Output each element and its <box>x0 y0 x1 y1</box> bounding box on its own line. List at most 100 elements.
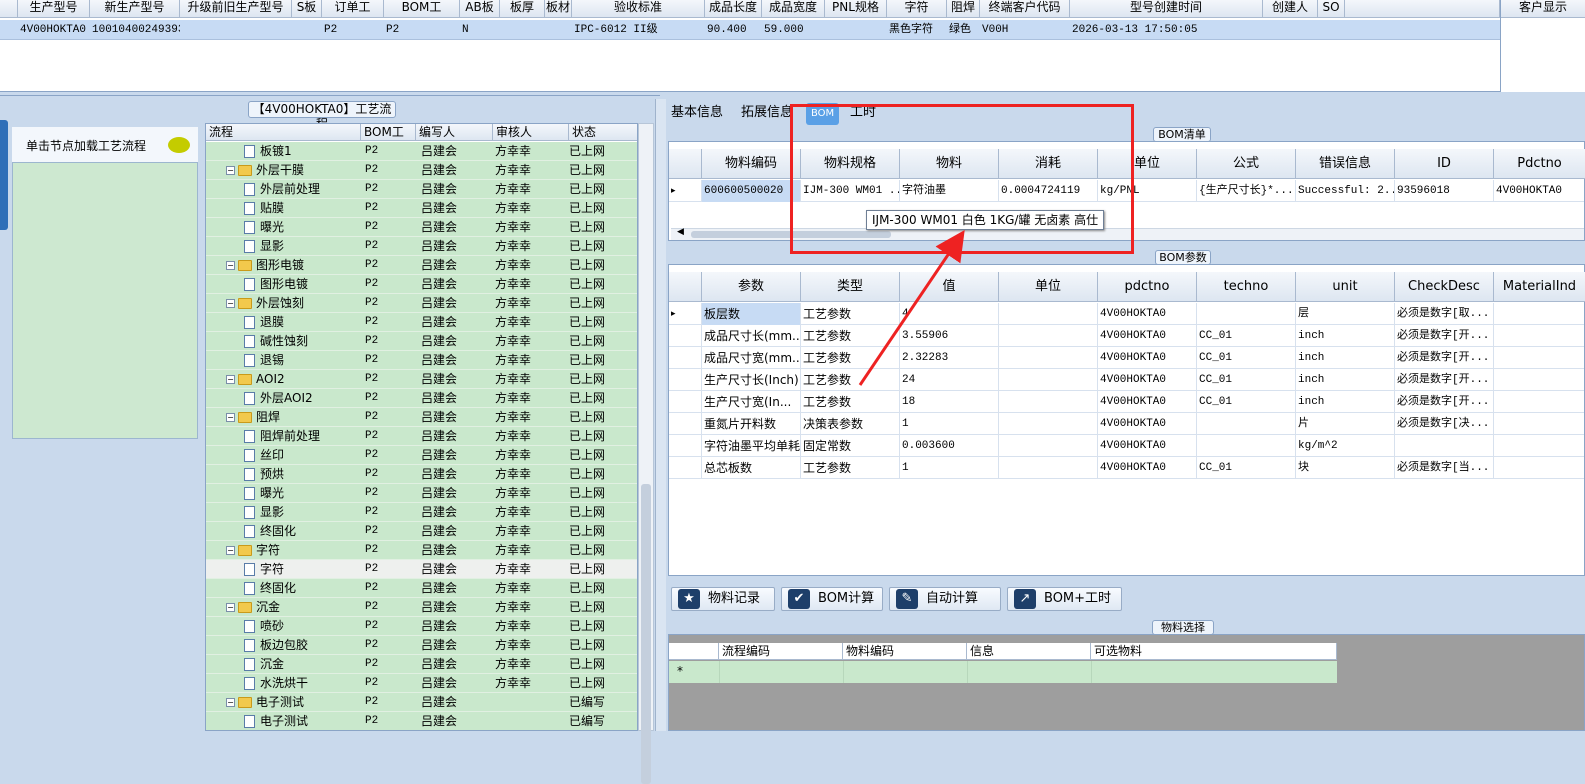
bom-header-0[interactable]: 物料编码 <box>702 149 801 179</box>
bom-plus-hours-button[interactable]: ↗ BOM+工时 <box>1007 587 1122 611</box>
params-cell-7[interactable]: 必须是数字[取... <box>1395 303 1494 325</box>
params-cell-1[interactable]: 工艺参数 <box>801 457 900 479</box>
params-cell-4[interactable]: 4V00HOKTA0 <box>1098 435 1197 457</box>
top-header-14[interactable]: 阻焊 <box>947 0 980 18</box>
params-header-3[interactable]: 单位 <box>999 272 1098 302</box>
params-cell-4[interactable]: 4V00HOKTA0 <box>1098 457 1197 479</box>
tree-header-2[interactable]: 编写人 <box>416 124 493 141</box>
collapse-icon[interactable]: − <box>226 166 235 175</box>
params-header-0[interactable]: 参数 <box>702 272 801 302</box>
bom-header-7[interactable]: ID <box>1395 149 1494 179</box>
tree-row[interactable]: − AOI2 P2 吕建会 方幸幸 已上网 <box>206 370 637 389</box>
tree-header-0[interactable]: 流程 <box>206 124 361 141</box>
top-cell-11[interactable]: 59.000 <box>764 21 825 39</box>
params-cell-4[interactable]: 4V00HOKTA0 <box>1098 369 1197 391</box>
params-cell-2[interactable]: 1 <box>900 413 999 435</box>
collapse-icon[interactable]: − <box>226 546 235 555</box>
params-cell-2[interactable]: 0.003600 <box>900 435 999 457</box>
tree-row[interactable]: 板镀1 P2 吕建会 方幸幸 已上网 <box>206 142 637 161</box>
top-header-11[interactable]: 成品宽度 <box>762 0 825 18</box>
collapse-icon[interactable]: − <box>226 261 235 270</box>
bom-cell-6[interactable]: Successful: 2... <box>1296 180 1395 202</box>
params-cell-0[interactable]: 成品尺寸宽(mm... <box>702 347 801 369</box>
tree-scrollbar[interactable] <box>638 123 654 784</box>
top-header-12[interactable]: PNL规格 <box>825 0 887 18</box>
top-header-3[interactable]: S板 <box>292 0 322 18</box>
params-cell-5[interactable] <box>1197 435 1296 457</box>
tree-header-1[interactable]: BOM工厂 <box>361 124 416 155</box>
tree-row[interactable]: 字符 P2 吕建会 方幸幸 已上网 <box>206 560 637 579</box>
tree-row[interactable]: − 沉金 P2 吕建会 方幸幸 已上网 <box>206 598 637 617</box>
side-dock-tab[interactable] <box>0 120 8 230</box>
auto-calc-button[interactable]: ✎ 自动计算 <box>889 587 1001 611</box>
params-cell-5[interactable]: CC_01 <box>1197 325 1296 347</box>
collapse-icon[interactable]: − <box>226 698 235 707</box>
params-header-8[interactable]: MaterialInd <box>1494 272 1585 302</box>
params-cell-1[interactable]: 决策表参数 <box>801 413 900 435</box>
bom-calc-button[interactable]: ✔ BOM计算 <box>781 587 883 611</box>
top-cell-14[interactable]: 绿色 <box>949 21 980 39</box>
params-cell-0[interactable]: 板层数 <box>702 303 801 325</box>
tree-header-4[interactable]: 状态 <box>569 124 637 141</box>
scroll-left-icon[interactable]: ◀ <box>677 227 684 237</box>
params-cell-3[interactable] <box>999 369 1098 391</box>
tree-row[interactable]: − 外层干膜 P2 吕建会 方幸幸 已上网 <box>206 161 637 180</box>
tree-row[interactable]: − 电子测试 P2 吕建会 已编写 <box>206 693 637 712</box>
tree-row[interactable]: − 阻焊 P2 吕建会 方幸幸 已上网 <box>206 408 637 427</box>
tab-extended-info[interactable]: 拓展信息 <box>741 104 793 124</box>
tree-row[interactable]: 图形电镀 P2 吕建会 方幸幸 已上网 <box>206 275 637 294</box>
top-header-7[interactable]: 板厚 <box>500 0 545 18</box>
params-cell-5[interactable]: CC_01 <box>1197 457 1296 479</box>
params-cell-7[interactable]: 必须是数字[开... <box>1395 325 1494 347</box>
params-cell-3[interactable] <box>999 391 1098 413</box>
params-cell-7[interactable]: 必须是数字[开... <box>1395 369 1494 391</box>
top-cell-16[interactable]: 2026-03-13 17:50:05 <box>1072 21 1263 39</box>
params-cell-6[interactable]: 块 <box>1296 457 1395 479</box>
bom-header-5[interactable]: 公式 <box>1197 149 1296 179</box>
params-cell-3[interactable] <box>999 325 1098 347</box>
params-header-7[interactable]: CheckDesc <box>1395 272 1494 302</box>
tab-basic-info[interactable]: 基本信息 <box>671 104 723 124</box>
top-cell-6[interactable]: N <box>462 21 500 39</box>
tree-row[interactable]: 退锡 P2 吕建会 方幸幸 已上网 <box>206 351 637 370</box>
splitter[interactable] <box>655 99 666 731</box>
params-cell-5[interactable] <box>1197 413 1296 435</box>
tree-row[interactable]: 曝光 P2 吕建会 方幸幸 已上网 <box>206 484 637 503</box>
params-cell-5[interactable]: CC_01 <box>1197 369 1296 391</box>
bom-cell-5[interactable]: {生产尺寸长}*... <box>1197 180 1296 202</box>
bom-header-6[interactable]: 错误信息 <box>1296 149 1395 179</box>
params-cell-5[interactable]: CC_01 <box>1197 391 1296 413</box>
tree-row[interactable]: 板边包胶 P2 吕建会 方幸幸 已上网 <box>206 636 637 655</box>
params-cell-6[interactable]: inch <box>1296 369 1395 391</box>
collapse-icon[interactable]: − <box>226 299 235 308</box>
top-cell-4[interactable]: P2 <box>324 21 384 39</box>
tree-row[interactable]: 外层前处理 P2 吕建会 方幸幸 已上网 <box>206 180 637 199</box>
top-header-5[interactable]: BOM工 <box>384 0 460 18</box>
top-cell-15[interactable]: V00H <box>982 21 1070 39</box>
bom-header-8[interactable]: Pdctno <box>1494 149 1585 179</box>
params-row[interactable]: ▸ 板层数 工艺参数 4 4V00HOKTA0 层必须是数字[取... <box>669 303 1584 325</box>
params-cell-3[interactable] <box>999 413 1098 435</box>
params-cell-6[interactable]: 片 <box>1296 413 1395 435</box>
tree-header-3[interactable]: 审核人 <box>493 124 569 141</box>
tree-row[interactable]: 终固化 P2 吕建会 方幸幸 已上网 <box>206 522 637 541</box>
params-cell-6[interactable]: inch <box>1296 347 1395 369</box>
params-cell-6[interactable]: inch <box>1296 325 1395 347</box>
bom-cell-0[interactable]: 600600500020 <box>702 180 801 202</box>
tree-row[interactable]: 水洗烘干 P2 吕建会 方幸幸 已上网 <box>206 674 637 693</box>
params-cell-3[interactable] <box>999 457 1098 479</box>
top-header-17[interactable]: 创建人 <box>1263 0 1318 18</box>
params-cell-0[interactable]: 成品尺寸长(mm... <box>702 325 801 347</box>
top-header-6[interactable]: AB板 <box>460 0 500 18</box>
top-header-4[interactable]: 订单工 <box>322 0 384 18</box>
tree-row[interactable]: 丝印 P2 吕建会 方幸幸 已上网 <box>206 446 637 465</box>
material-header-2[interactable]: 信息 <box>967 643 1091 660</box>
params-cell-7[interactable]: 必须是数字[决... <box>1395 413 1494 435</box>
params-cell-7[interactable] <box>1395 435 1494 457</box>
params-cell-4[interactable]: 4V00HOKTA0 <box>1098 347 1197 369</box>
top-header-15[interactable]: 终端客户代码 <box>980 0 1070 18</box>
params-row[interactable]: 成品尺寸长(mm... 工艺参数 3.55906 4V00HOKTA0 CC_01 inc… <box>669 325 1584 347</box>
tree-row[interactable]: 显影 P2 吕建会 方幸幸 已上网 <box>206 503 637 522</box>
top-header-2[interactable]: 升级前旧生产型号 <box>180 0 292 18</box>
top-cell-9[interactable]: IPC-6012 II级 <box>574 21 705 39</box>
